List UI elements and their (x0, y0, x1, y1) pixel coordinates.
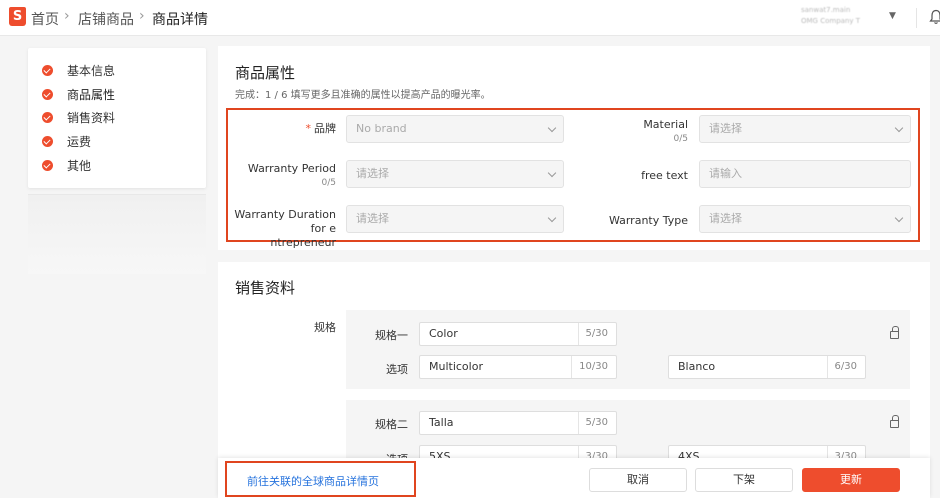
breadcrumb-shop-products[interactable]: 店铺商品 (78, 9, 134, 29)
lock-icon (890, 326, 899, 339)
breadcrumb-home[interactable]: 首页 (31, 9, 59, 29)
sales-title: 销售资料 (235, 279, 296, 297)
warranty-period-label: Warranty Period 0/5 (230, 162, 336, 190)
chevron-down-icon (894, 123, 904, 133)
chevron-down-icon (547, 213, 557, 223)
user-company[interactable]: OMG Company T (801, 17, 860, 25)
variation2-label: 规格二 (375, 418, 408, 431)
cancel-button[interactable]: 取消 (589, 468, 687, 492)
nav-item-basic-info[interactable]: 基本信息 (42, 61, 115, 79)
free-text-input[interactable]: 请输入 (699, 160, 911, 188)
material-label: Material 0/5 (590, 118, 688, 146)
variation1-name-input[interactable]: Color 5/30 (419, 322, 617, 346)
variation1-options-label: 选项 (386, 363, 408, 376)
nav-item-label: 运费 (67, 134, 92, 149)
check-circle-icon (42, 88, 53, 100)
update-button[interactable]: 更新 (802, 468, 900, 492)
chevron-down-icon (547, 123, 557, 133)
nav-item-attributes[interactable]: 商品属性 (42, 85, 115, 103)
top-bar: S 首页 › 店铺商品 › 商品详情 sanwat7.main OMG Comp… (0, 0, 940, 36)
nav-item-shipping[interactable]: 运费 (42, 132, 91, 150)
highlight-box (225, 461, 416, 497)
nav-item-label: 商品属性 (67, 87, 116, 102)
check-circle-icon (42, 64, 53, 76)
check-circle-icon (42, 111, 53, 123)
warranty-period-select[interactable]: 请选择 (346, 160, 564, 188)
warranty-type-select[interactable]: 请选择 (699, 205, 911, 233)
sidebar-shadow (28, 194, 206, 274)
chevron-down-icon (894, 213, 904, 223)
chevron-down-icon[interactable]: ▼ (889, 11, 896, 21)
variation1-option-input[interactable]: Blanco 6/30 (668, 355, 866, 379)
chevron-right-icon: › (64, 8, 70, 24)
required-mark: * (305, 122, 312, 135)
section-nav: 基本信息 商品属性 销售资料 运费 其他 (28, 48, 206, 188)
shopee-logo-icon[interactable]: S (9, 7, 26, 26)
variation1-label: 规格一 (375, 329, 408, 342)
breadcrumb-product-detail: 商品详情 (152, 12, 208, 28)
nav-item-label: 基本信息 (67, 63, 116, 78)
brand-select[interactable]: No brand (346, 115, 564, 143)
warranty-period-count: 0/5 (321, 178, 336, 188)
warranty-duration-label: Warranty Duration for e ntrepreneur (234, 208, 336, 249)
attributes-completion: 完成：1 / 6 填写更多且准确的属性以提高产品的曝光率。 (235, 90, 491, 101)
attributes-title: 商品属性 (235, 64, 296, 82)
delist-button[interactable]: 下架 (695, 468, 793, 492)
bell-icon[interactable] (929, 9, 940, 25)
material-count: 0/5 (673, 134, 688, 144)
user-name[interactable]: sanwat7.main (801, 6, 850, 14)
lock-icon (890, 415, 899, 428)
spec-label: 规格 (314, 321, 336, 334)
nav-item-label: 其他 (67, 158, 92, 173)
check-circle-icon (42, 159, 53, 171)
nav-item-others[interactable]: 其他 (42, 156, 91, 174)
warranty-type-label: Warranty Type (608, 214, 688, 227)
chevron-right-icon: › (139, 8, 145, 24)
divider (916, 8, 917, 28)
free-text-label: free text (641, 169, 688, 182)
brand-label: * 品牌 (305, 122, 337, 135)
chevron-down-icon (547, 168, 557, 178)
variation1-option-input[interactable]: Multicolor 10/30 (419, 355, 617, 379)
nav-item-label: 销售资料 (67, 110, 116, 125)
warranty-duration-select[interactable]: 请选择 (346, 205, 564, 233)
check-circle-icon (42, 135, 53, 147)
nav-item-sales-info[interactable]: 销售资料 (42, 108, 115, 126)
variation2-name-input[interactable]: Talla 5/30 (419, 411, 617, 435)
material-select[interactable]: 请选择 (699, 115, 911, 143)
